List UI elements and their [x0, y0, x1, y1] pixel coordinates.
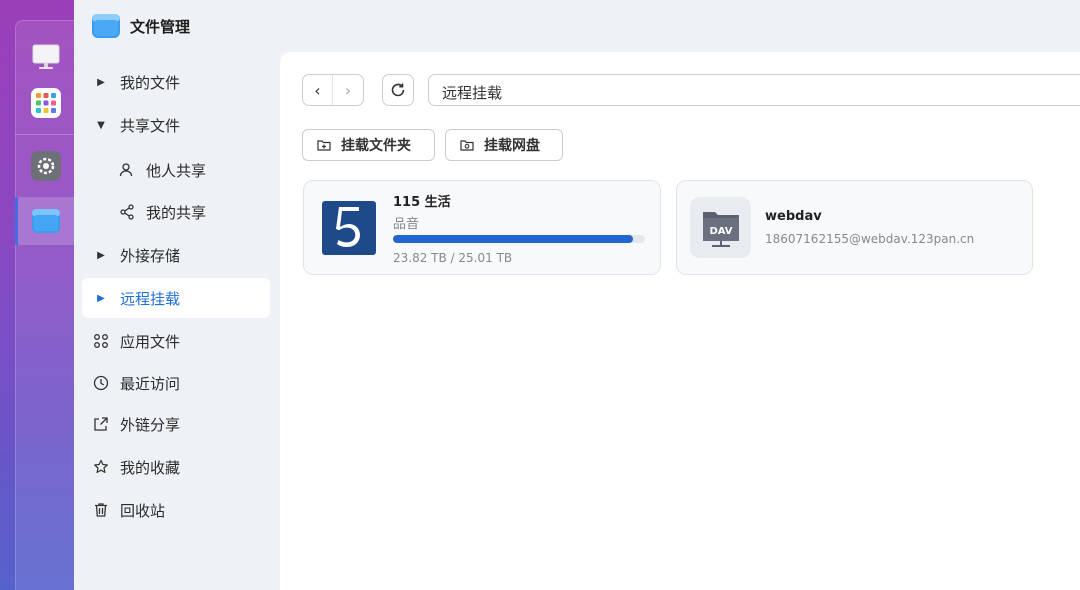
sidebar-item-label: 应用文件 — [120, 332, 181, 351]
dock-divider — [15, 134, 74, 135]
mount-disk-label: 挂载网盘 — [484, 138, 540, 154]
monitor-icon[interactable] — [31, 42, 61, 72]
file-manager-icon[interactable] — [31, 206, 61, 236]
sidebar-item-app-files[interactable]: 应用文件 — [82, 321, 270, 361]
sidebar-item-label: 他人共享 — [146, 161, 207, 180]
dav-folder-icon: DAV — [690, 197, 751, 258]
caret-right-icon[interactable]: ▶ — [90, 293, 112, 304]
sidebar-item-my-shares[interactable]: 我的共享 — [82, 192, 270, 232]
sidebar-item-label: 外链分享 — [120, 415, 181, 434]
sidebar-item-label: 我的文件 — [120, 73, 181, 92]
dav-label: DAV — [709, 226, 732, 237]
title-bar — [74, 0, 1080, 52]
mount-subtitle: 品音 — [393, 217, 420, 232]
caret-right-icon[interactable]: ▶ — [90, 250, 112, 261]
sidebar-item-external-storage[interactable]: ▶ 外接存储 — [82, 235, 270, 275]
sidebar-item-label: 最近访问 — [120, 374, 181, 393]
mount-title: webdav — [765, 209, 822, 224]
mount-disk-button[interactable]: 挂载网盘 — [445, 129, 563, 161]
mount-folder-button[interactable]: 挂载文件夹 — [302, 129, 435, 161]
sidebar-item-trash[interactable]: 回收站 — [82, 490, 270, 530]
sidebar-item-link-share[interactable]: 外链分享 — [82, 404, 270, 444]
mount-title: 115 生活 — [393, 195, 451, 210]
folder-add-icon — [317, 140, 331, 151]
refresh-icon — [391, 83, 405, 97]
caret-down-icon[interactable]: ▼ — [90, 120, 112, 131]
user-icon — [116, 159, 138, 181]
sidebar-item-my-files[interactable]: ▶ 我的文件 — [82, 62, 270, 102]
dock-active-indicator — [15, 197, 18, 245]
share-icon — [116, 201, 138, 223]
trash-icon — [90, 499, 112, 521]
app-title: 文件管理 — [130, 18, 191, 36]
mount-subtitle: 18607162155@webdav.123pan.cn — [765, 232, 975, 246]
refresh-button[interactable] — [382, 74, 414, 106]
history-nav: ‹ › — [302, 74, 364, 106]
sidebar-item-recent[interactable]: 最近访问 — [82, 363, 270, 403]
folder-app-icon — [92, 12, 120, 40]
back-button[interactable]: ‹ — [303, 75, 334, 105]
path-bar[interactable]: 远程挂载 — [428, 74, 1080, 106]
sidebar-item-shared-with-me[interactable]: 他人共享 — [82, 150, 270, 190]
cloud-folder-icon — [460, 140, 474, 151]
mount-folder-label: 挂载文件夹 — [341, 138, 411, 154]
sidebar-item-remote-mount[interactable]: ▶ 远程挂载 — [82, 278, 270, 318]
storage-progress-bar — [393, 235, 645, 243]
sidebar-item-label: 我的收藏 — [120, 458, 181, 477]
sidebar-item-label: 我的共享 — [146, 203, 207, 222]
storage-usage-text: 23.82 TB / 25.01 TB — [393, 251, 513, 265]
sidebar-item-label: 远程挂载 — [120, 289, 181, 308]
sidebar-item-label: 外接存储 — [120, 246, 181, 265]
apps-grid-icon[interactable] — [31, 88, 61, 118]
clock-icon — [90, 372, 112, 394]
forward-button[interactable]: › — [333, 75, 363, 105]
settings-icon[interactable] — [31, 151, 61, 181]
command-icon — [90, 330, 112, 352]
115-logo-icon — [322, 201, 376, 255]
sidebar-item-label: 回收站 — [120, 501, 166, 520]
sidebar-item-favorites[interactable]: 我的收藏 — [82, 447, 270, 487]
sidebar-item-label: 共享文件 — [120, 116, 181, 135]
star-icon — [90, 456, 112, 478]
sidebar-item-shared-files[interactable]: ▼ 共享文件 — [82, 105, 270, 145]
caret-right-icon[interactable]: ▶ — [90, 77, 112, 88]
export-icon — [90, 413, 112, 435]
storage-progress-fill — [393, 235, 633, 243]
